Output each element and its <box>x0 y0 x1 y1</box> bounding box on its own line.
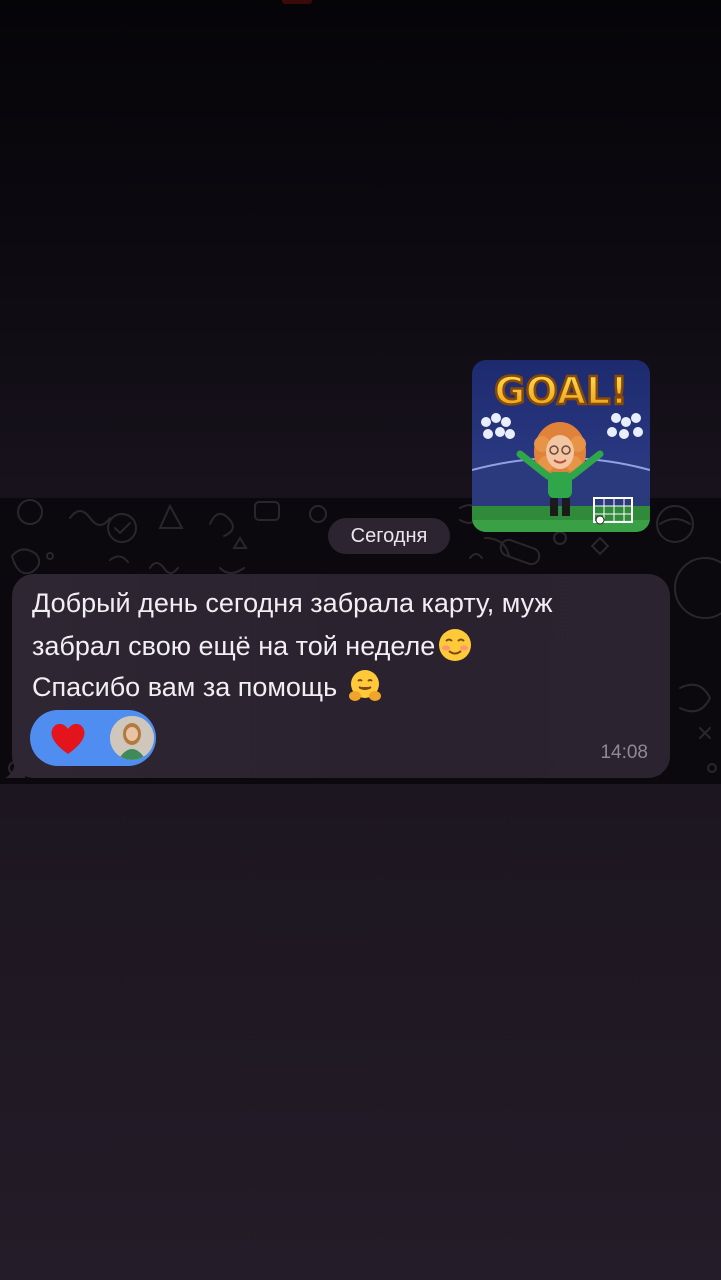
memoji-goal-sticker-icon: GOAL! <box>472 360 650 532</box>
message-bubble[interactable]: Добрый день сегодня забрала карту, муж з… <box>12 574 670 778</box>
status-indicator <box>282 0 312 4</box>
svg-text:GOAL!: GOAL! <box>494 369 627 413</box>
message-text: Спасибо вам за помощь <box>32 672 345 702</box>
user-avatar[interactable] <box>110 716 154 760</box>
message-text-line: забрал свою ещё на той неделе <box>32 628 473 666</box>
message-text: Добрый день сегодня забрала карту, муж <box>32 588 553 618</box>
message-text: забрал свою ещё на той неделе <box>32 631 436 661</box>
heart-icon <box>51 723 85 754</box>
message-time: 14:08 <box>600 742 648 763</box>
goal-sticker[interactable]: GOAL! <box>472 360 650 532</box>
hugging-face-icon <box>348 669 381 701</box>
smiling-face-icon <box>439 628 472 661</box>
message-text-line: Спасибо вам за помощь <box>32 669 383 707</box>
avatar-photo <box>110 716 154 760</box>
message-text-line: Добрый день сегодня забрала карту, муж <box>32 586 553 620</box>
reaction-chip[interactable] <box>30 710 156 766</box>
date-separator: Сегодня <box>328 518 450 554</box>
